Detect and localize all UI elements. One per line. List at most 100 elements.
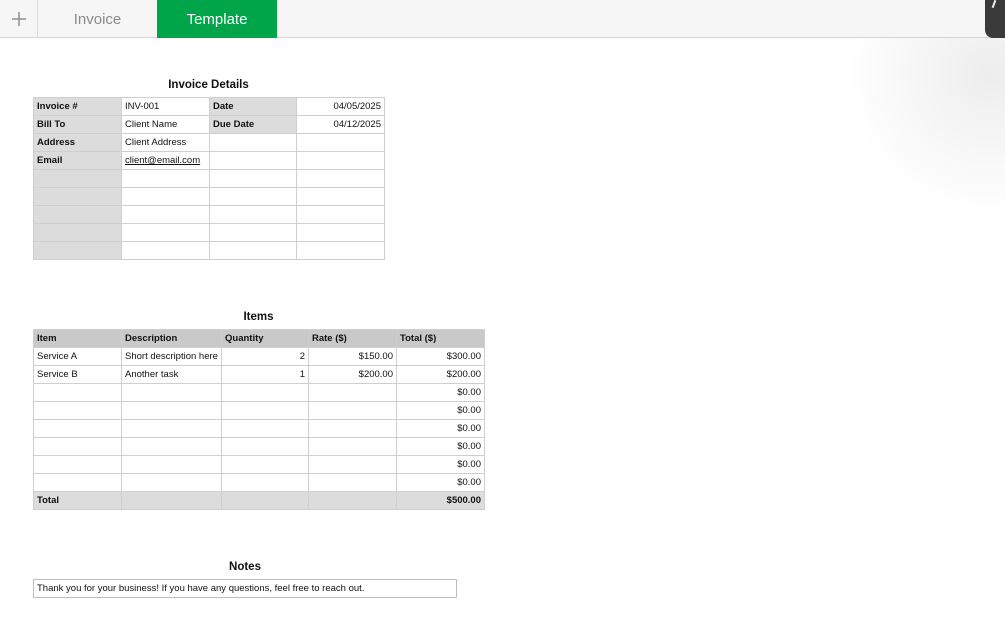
items-cell[interactable] — [221, 383, 309, 402]
items-cell[interactable] — [33, 383, 122, 402]
items-cell[interactable] — [221, 455, 309, 474]
items-cell[interactable]: $200.00 — [396, 365, 485, 384]
notes-text[interactable]: Thank you for your business! If you have… — [33, 579, 457, 598]
items-cell[interactable] — [121, 455, 222, 474]
details-value-cell[interactable] — [296, 205, 385, 224]
details-row — [33, 169, 385, 188]
items-cell[interactable]: 2 — [221, 347, 309, 366]
items-header-cell: Description — [121, 329, 222, 348]
details-value-cell[interactable]: 04/12/2025 — [296, 115, 385, 134]
details-value-cell[interactable] — [209, 151, 297, 170]
items-cell[interactable] — [308, 437, 397, 456]
details-label-cell[interactable]: Invoice # — [33, 97, 122, 116]
details-value-cell[interactable]: Client Address — [121, 133, 210, 152]
corner-handle[interactable] — [985, 0, 1005, 38]
details-value-cell[interactable] — [209, 187, 297, 206]
details-label-cell[interactable]: Date — [209, 97, 297, 116]
email-link[interactable]: client@email.com — [121, 151, 210, 170]
total-value: $500.00 — [396, 491, 485, 510]
details-label-cell[interactable]: Due Date — [209, 115, 297, 134]
items-cell[interactable] — [121, 401, 222, 420]
items-title: Items — [243, 311, 274, 323]
items-cell[interactable] — [308, 455, 397, 474]
items-cell[interactable]: $0.00 — [396, 401, 485, 420]
items-row: Service B Another task 1 $200.00 $200.00 — [33, 365, 485, 384]
details-value-cell[interactable]: 04/05/2025 — [296, 97, 385, 116]
items-cell[interactable] — [121, 383, 222, 402]
items-cell[interactable]: Another task — [121, 365, 222, 384]
items-cell[interactable]: $0.00 — [396, 455, 485, 474]
items-cell[interactable] — [33, 473, 122, 492]
items-cell[interactable] — [33, 419, 122, 438]
details-value-cell[interactable] — [121, 187, 210, 206]
details-value-cell[interactable] — [121, 169, 210, 188]
items-cell[interactable]: $200.00 — [308, 365, 397, 384]
items-cell[interactable] — [308, 383, 397, 402]
background-glow — [845, 38, 1005, 218]
details-value-cell[interactable] — [209, 223, 297, 242]
details-value-cell[interactable] — [121, 205, 210, 224]
details-label-cell[interactable] — [33, 241, 122, 260]
details-value-cell[interactable] — [209, 169, 297, 188]
details-value-cell[interactable] — [296, 187, 385, 206]
details-value-cell[interactable] — [296, 223, 385, 242]
total-empty-cell — [221, 491, 309, 510]
items-cell[interactable] — [121, 437, 222, 456]
details-label-cell[interactable]: Bill To — [33, 115, 122, 134]
details-label-cell[interactable] — [33, 205, 122, 224]
add-sheet-button[interactable] — [0, 0, 38, 38]
details-value-cell[interactable] — [209, 205, 297, 224]
items-cell[interactable]: $0.00 — [396, 383, 485, 402]
items-cell[interactable] — [221, 401, 309, 420]
details-row: Bill To Client Name Due Date 04/12/2025 — [33, 115, 385, 134]
items-cell[interactable]: $0.00 — [396, 437, 485, 456]
details-value-cell[interactable] — [209, 241, 297, 260]
tab-template[interactable]: Template — [157, 0, 277, 38]
items-cell[interactable] — [221, 437, 309, 456]
items-cell[interactable] — [33, 437, 122, 456]
items-cell[interactable]: $0.00 — [396, 419, 485, 438]
items-cell[interactable]: $0.00 — [396, 473, 485, 492]
plus-icon — [11, 12, 26, 26]
items-header-cell: Quantity — [221, 329, 309, 348]
items-cell[interactable]: Service B — [33, 365, 122, 384]
tab-invoice[interactable]: Invoice — [38, 0, 157, 38]
details-label-cell[interactable] — [33, 223, 122, 242]
items-cell[interactable]: 1 — [221, 365, 309, 384]
items-table: Item Description Quantity Rate ($) Total ($)… — [33, 329, 485, 510]
details-label-cell[interactable]: Address — [33, 133, 122, 152]
items-cell[interactable] — [121, 473, 222, 492]
details-value-cell[interactable] — [296, 151, 385, 170]
details-row: Email client@email.com — [33, 151, 385, 170]
items-cell[interactable] — [33, 455, 122, 474]
items-row: $0.00 — [33, 473, 485, 492]
items-row: $0.00 — [33, 383, 485, 402]
items-cell[interactable] — [308, 401, 397, 420]
items-cell[interactable] — [221, 473, 309, 492]
details-row: Address Client Address — [33, 133, 385, 152]
details-value-cell[interactable] — [209, 133, 297, 152]
invoice-details-title: Invoice Details — [168, 79, 249, 91]
items-cell[interactable]: Service A — [33, 347, 122, 366]
details-value-cell[interactable]: Client Name — [121, 115, 210, 134]
items-header-cell: Item — [33, 329, 122, 348]
items-cell[interactable]: Short description here — [121, 347, 222, 366]
details-value-cell[interactable] — [296, 241, 385, 260]
details-value-cell[interactable] — [121, 223, 210, 242]
details-value-cell[interactable]: INV-001 — [121, 97, 210, 116]
details-label-cell[interactable]: Email — [33, 151, 122, 170]
details-label-cell[interactable] — [33, 187, 122, 206]
details-value-cell[interactable] — [296, 169, 385, 188]
items-cell[interactable]: $300.00 — [396, 347, 485, 366]
items-cell[interactable] — [308, 419, 397, 438]
items-cell[interactable] — [308, 473, 397, 492]
items-total-row: Total $500.00 — [33, 491, 485, 510]
items-cell[interactable]: $150.00 — [308, 347, 397, 366]
details-label-cell[interactable] — [33, 169, 122, 188]
details-value-cell[interactable] — [296, 133, 385, 152]
items-cell[interactable] — [121, 419, 222, 438]
items-cell[interactable] — [221, 419, 309, 438]
items-cell[interactable] — [33, 401, 122, 420]
total-empty-cell — [121, 491, 222, 510]
details-value-cell[interactable] — [121, 241, 210, 260]
